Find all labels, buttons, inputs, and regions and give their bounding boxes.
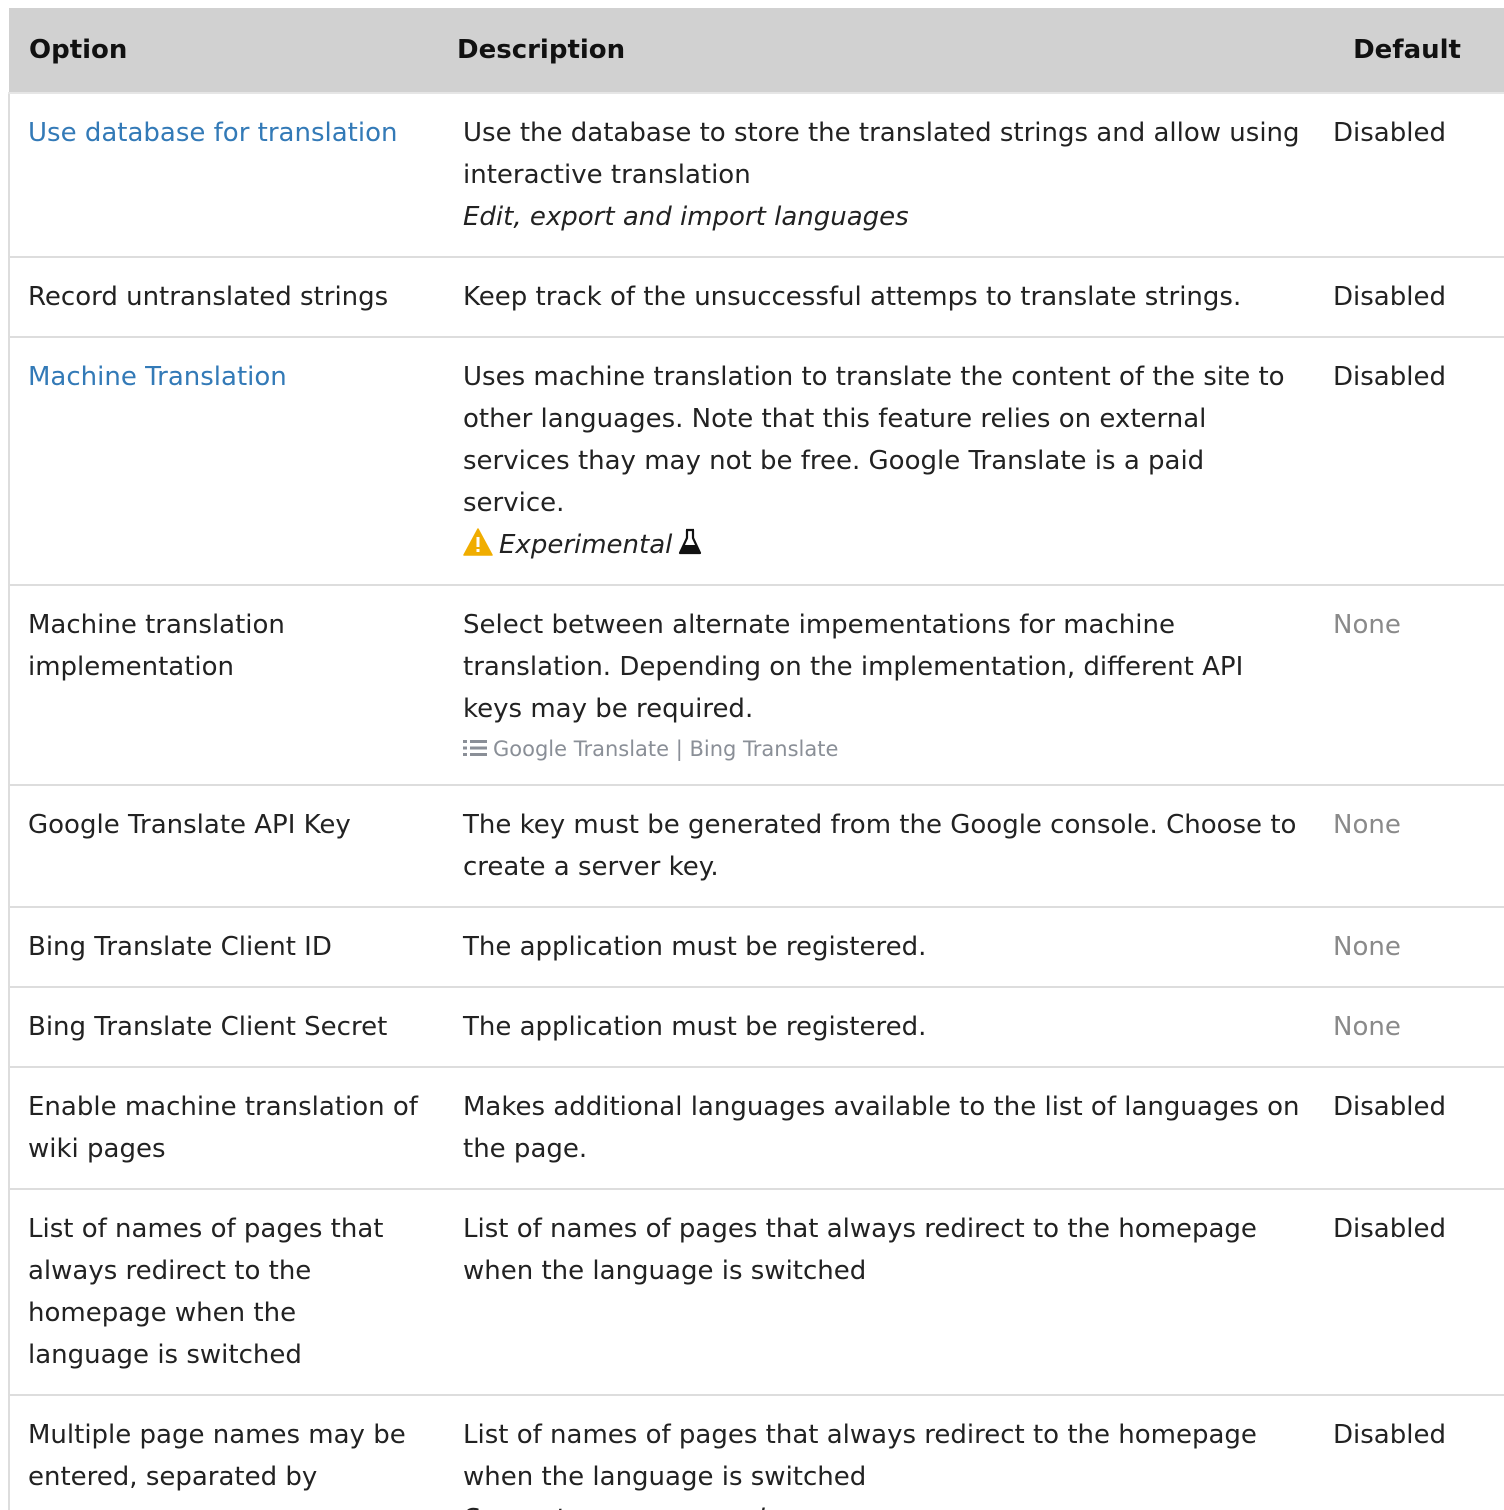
table-row: Machine translation implementation Selec… <box>8 585 1504 786</box>
option-default: Disabled <box>1313 337 1504 586</box>
option-link-use-database[interactable]: Use database for translation <box>28 118 397 148</box>
option-description: List of names of pages that always redir… <box>463 1214 1257 1286</box>
option-name: Bing Translate Client ID <box>8 907 437 988</box>
option-description: Use the database to store the translated… <box>463 118 1300 190</box>
option-default: None <box>1313 987 1504 1068</box>
table-row: Multiple page names may be entered, sepa… <box>8 1395 1504 1510</box>
option-description: The application must be registered. <box>463 1012 927 1042</box>
option-name: Bing Translate Client Secret <box>8 987 437 1068</box>
option-description: Uses machine translation to translate th… <box>463 362 1285 518</box>
option-description: The key must be generated from the Googl… <box>463 810 1297 882</box>
option-default: Disabled <box>1313 1189 1504 1396</box>
option-choices: Google Translate | Bing Translate <box>463 732 1301 766</box>
table-row: Bing Translate Client Secret The applica… <box>8 987 1504 1068</box>
option-default: Disabled <box>1313 257 1504 338</box>
table-row: Record untranslated strings Keep track o… <box>8 257 1504 338</box>
table-row: Use database for translation Use the dat… <box>8 93 1504 258</box>
flask-icon <box>679 528 702 555</box>
option-description: The application must be registered. <box>463 932 927 962</box>
experimental-tag: Experimental <box>463 524 1301 566</box>
table-row: List of names of pages that always redir… <box>8 1189 1504 1396</box>
option-description: Keep track of the unsuccessful attemps t… <box>463 282 1242 312</box>
list-icon <box>463 740 487 756</box>
option-description: List of names of pages that always redir… <box>463 1420 1257 1492</box>
option-choices-text: Google Translate | Bing Translate <box>493 737 839 761</box>
option-hint: Edit, export and import languages <box>463 202 909 232</box>
option-name: Machine translation implementation <box>8 585 437 786</box>
option-name: Google Translate API Key <box>8 785 437 908</box>
warning-icon <box>463 528 493 556</box>
experimental-label: Experimental <box>499 530 673 560</box>
option-default: Disabled <box>1313 93 1504 258</box>
column-header-default: Default <box>1313 8 1504 94</box>
option-name: Enable machine translation of wiki pages <box>8 1067 437 1190</box>
option-link-machine-translation[interactable]: Machine Translation <box>28 362 287 392</box>
option-default: Disabled <box>1313 1067 1504 1190</box>
preferences-table: Option Description Default Use database … <box>8 8 1504 1510</box>
option-default: None <box>1313 585 1504 786</box>
table-row: Machine Translation Uses machine transla… <box>8 337 1504 586</box>
option-hint: Separate page names by commas <box>463 1498 1301 1510</box>
option-default: None <box>1313 785 1504 908</box>
table-row: Google Translate API Key The key must be… <box>8 785 1504 908</box>
table-row: Bing Translate Client ID The application… <box>8 907 1504 988</box>
option-description: Select between alternate impementations … <box>463 610 1244 724</box>
preferences-table-container: Option Description Default Use database … <box>8 8 1504 1510</box>
option-default: None <box>1313 907 1504 988</box>
option-default: Disabled <box>1313 1395 1504 1510</box>
table-header: Option Description Default <box>9 8 1504 94</box>
option-description: Makes additional languages available to … <box>463 1092 1300 1164</box>
column-header-option: Option <box>9 8 437 94</box>
option-name: Multiple page names may be entered, sepa… <box>8 1395 437 1510</box>
column-header-description: Description <box>437 8 1313 94</box>
option-name: Record untranslated strings <box>8 257 437 338</box>
table-row: Enable machine translation of wiki pages… <box>8 1067 1504 1190</box>
option-name: List of names of pages that always redir… <box>8 1189 437 1396</box>
